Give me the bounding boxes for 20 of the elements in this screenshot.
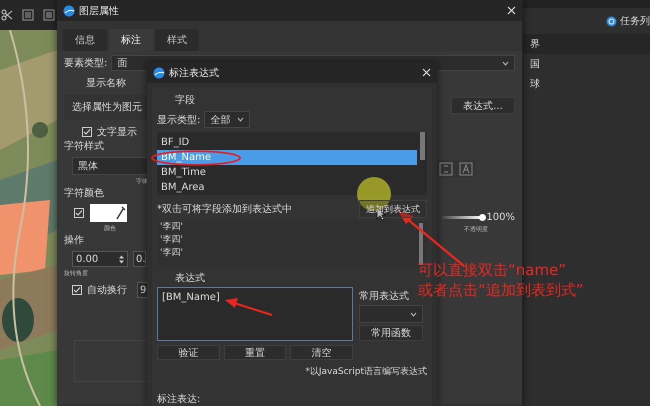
- group-label: 表达式: [175, 272, 205, 285]
- attribute-label: 选择属性为图元: [71, 100, 142, 114]
- field-label: 要素类型:: [64, 56, 108, 70]
- group-label: 字段: [175, 94, 195, 107]
- field-label: 常用表达式: [359, 290, 410, 303]
- section-label: 显示名称: [86, 77, 126, 90]
- section-label: 字符样式: [64, 140, 104, 153]
- hint-text: *双击可将字段添加到表达式中: [157, 202, 292, 216]
- annotation-line: 或者点击“追加到表到式”: [418, 280, 584, 300]
- checkbox-label: 文字显示: [97, 126, 137, 139]
- field-label: 显示类型:: [157, 114, 200, 126]
- annotation-line: 可以直接双击“name”: [418, 260, 568, 280]
- list-header: 界: [522, 34, 650, 54]
- section-label: 标注表达:: [157, 392, 202, 406]
- section-label: 字符颜色: [64, 186, 104, 200]
- opacity-value: 100%: [486, 212, 515, 223]
- section-label: 操作: [64, 234, 84, 247]
- checkbox-label: 自动换行: [87, 284, 127, 297]
- window-title: 图层属性: [79, 4, 119, 18]
- note-text: *以JavaScript语言编写表达式: [305, 366, 427, 378]
